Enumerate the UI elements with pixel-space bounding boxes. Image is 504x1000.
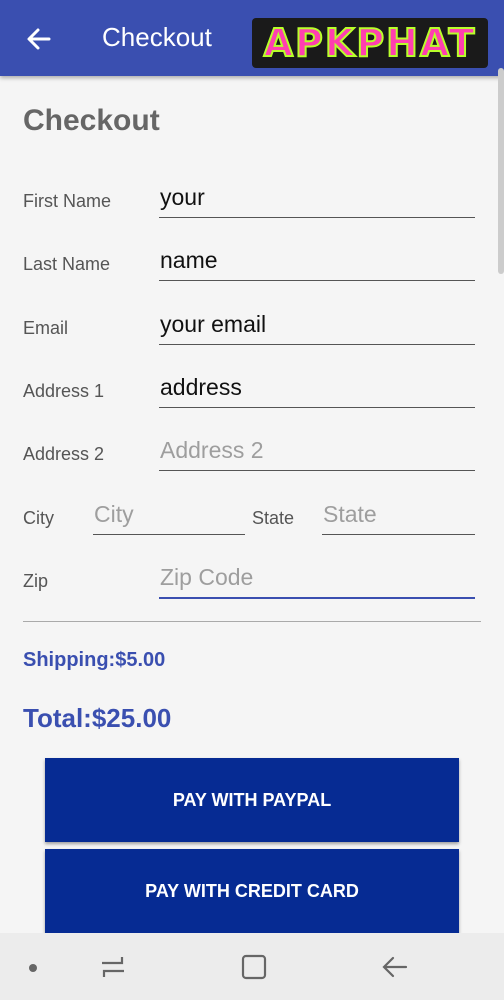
first-name-label: First Name <box>23 191 112 211</box>
recents-icon[interactable] <box>98 953 128 981</box>
app-bar-title: Checkout <box>102 22 212 52</box>
address1-label: Address 1 <box>23 381 105 401</box>
apkphat-watermark-logo: APKPHAT <box>252 18 488 68</box>
pay-with-credit-card-button[interactable]: PAY WITH CREDIT CARD <box>45 849 459 933</box>
city-field[interactable]: City <box>93 498 245 535</box>
email-field[interactable]: your email <box>159 308 475 345</box>
zip-label: Zip <box>23 571 49 591</box>
address1-field[interactable]: address <box>159 371 475 408</box>
state-field[interactable]: State <box>322 498 475 535</box>
scrollbar-thumb[interactable] <box>498 68 504 274</box>
city-placeholder: City <box>94 501 134 527</box>
email-label: Email <box>23 318 69 338</box>
last-name-label: Last Name <box>23 254 111 274</box>
zip-placeholder: Zip Code <box>160 564 254 590</box>
divider <box>23 621 481 622</box>
state-placeholder: State <box>323 501 377 527</box>
address1-value: address <box>160 374 242 400</box>
address2-label: Address 2 <box>23 444 105 464</box>
dot-icon[interactable] <box>28 963 38 973</box>
email-value: your email <box>160 311 267 337</box>
home-icon[interactable] <box>240 953 268 981</box>
state-label: State <box>252 508 295 528</box>
first-name-value: your <box>160 184 205 210</box>
total-cost: Total:$25.00 <box>23 703 172 733</box>
address2-field[interactable]: Address 2 <box>159 434 475 471</box>
back-icon[interactable] <box>380 953 410 981</box>
shipping-cost: Shipping:$5.00 <box>23 649 166 671</box>
system-nav-bar <box>0 933 504 1000</box>
app-bar: Checkout APKPHAT <box>0 0 504 76</box>
last-name-field[interactable]: name <box>159 244 475 281</box>
arrow-left-icon <box>27 28 51 50</box>
page-title: Checkout <box>23 104 160 137</box>
svg-text:APKPHAT: APKPHAT <box>264 21 477 65</box>
zip-field[interactable]: Zip Code <box>159 561 475 599</box>
pay-with-paypal-button[interactable]: PAY WITH PAYPAL <box>45 758 459 842</box>
city-label: City <box>23 508 54 528</box>
last-name-value: name <box>160 247 218 273</box>
first-name-field[interactable]: your <box>159 181 475 218</box>
address2-placeholder: Address 2 <box>160 437 264 463</box>
back-button[interactable] <box>22 22 56 56</box>
